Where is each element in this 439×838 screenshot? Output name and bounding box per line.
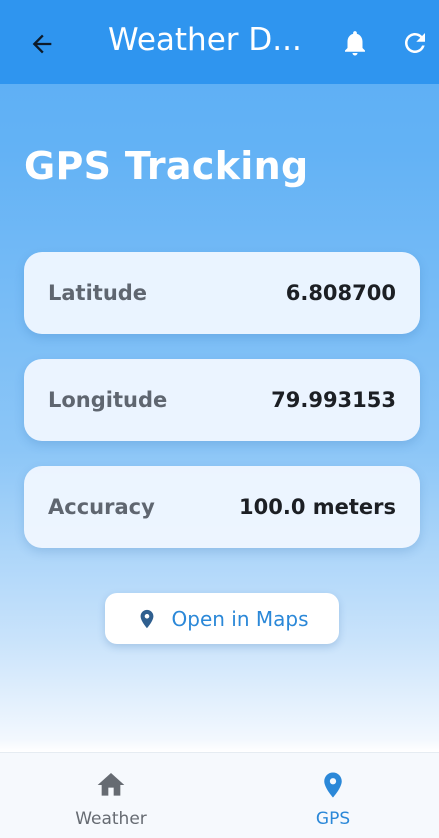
home-icon (94, 769, 128, 801)
longitude-label: Longitude (48, 388, 168, 412)
app-bar: Weather D... (0, 0, 439, 84)
location-pin-icon (136, 606, 158, 632)
open-in-maps-button[interactable]: Open in Maps (105, 593, 339, 644)
latitude-card: Latitude 6.808700 (24, 252, 420, 334)
latitude-label: Latitude (48, 281, 148, 305)
page-title: GPS Tracking (24, 144, 309, 188)
latitude-value: 6.808700 (285, 281, 396, 305)
bell-icon (345, 31, 365, 56)
back-arrow-icon (32, 34, 52, 54)
accuracy-card: Accuracy 100.0 meters (24, 466, 420, 548)
nav-item-weather[interactable]: Weather (31, 753, 191, 838)
longitude-card: Longitude 79.993153 (24, 359, 420, 441)
app-title: Weather D... (108, 22, 302, 58)
bottom-navigation: Weather GPS (0, 752, 439, 838)
location-pin-icon (316, 769, 350, 801)
nav-label-weather: Weather (75, 809, 147, 829)
accuracy-label: Accuracy (48, 495, 155, 519)
longitude-value: 79.993153 (271, 388, 396, 412)
notifications-button[interactable] (338, 26, 372, 60)
accuracy-value: 100.0 meters (239, 495, 396, 519)
back-button[interactable] (24, 26, 60, 62)
open-in-maps-label: Open in Maps (171, 606, 309, 631)
refresh-button[interactable] (398, 26, 432, 60)
nav-item-gps[interactable]: GPS (253, 753, 413, 838)
refresh-icon (405, 33, 425, 53)
nav-label-gps: GPS (315, 809, 351, 829)
